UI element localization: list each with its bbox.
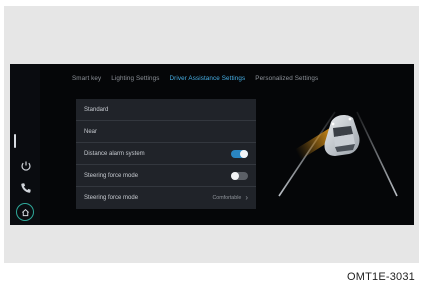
steering-force-toggle[interactable] [231,171,248,180]
settings-list: Standard Near Distance alarm system Stee… [76,99,256,209]
toggle-knob [240,149,248,158]
tab-smart-key[interactable]: Smart key [72,75,101,87]
chevron-right-icon: › [245,193,248,202]
voice-icon[interactable] [19,159,32,172]
tab-driver-assistance-settings[interactable]: Driver Assistance Settings [170,75,246,87]
tab-personalized-settings[interactable]: Personalized Settings [255,75,318,87]
settings-tabs: Smart key Lighting Settings Driver Assis… [72,75,328,87]
distance-alarm-toggle[interactable] [231,149,248,158]
list-item-near[interactable]: Near [76,121,256,143]
list-item-standard[interactable]: Standard [76,99,256,121]
phone-icon[interactable] [19,181,32,194]
home-icon [21,208,29,216]
list-item-steering-force-toggle: Steering force mode [76,165,256,187]
left-sidebar [10,64,40,225]
toggle-knob [231,171,239,180]
vehicle-illustration [273,104,403,204]
steering-force-value: Comfortable [212,195,242,201]
list-item-label: Steering force mode [84,172,139,179]
infotainment-screen: Smart key Lighting Settings Driver Assis… [10,64,414,225]
list-item-distance-alarm: Distance alarm system [76,143,256,165]
home-button[interactable] [16,203,34,221]
list-item-label: Steering force mode [84,195,139,201]
list-item-label: Standard [84,106,109,113]
sidebar-divider [14,134,16,148]
list-item-label: Distance alarm system [84,150,145,157]
figure-code: OMT1E-3031 [346,271,415,283]
list-item-label: Near [84,128,98,135]
tab-lighting-settings[interactable]: Lighting Settings [111,75,159,87]
list-item-steering-force-mode[interactable]: Steering force mode Comfortable › [76,187,256,209]
